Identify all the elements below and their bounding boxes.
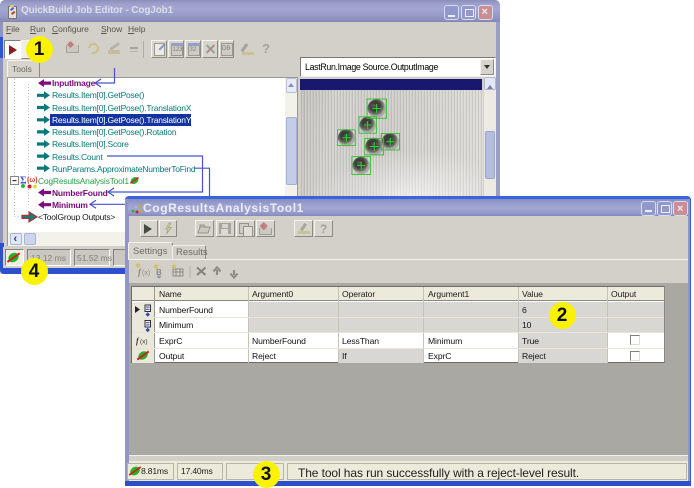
svg-text:✱: ✱ <box>153 263 159 271</box>
svg-text:✱: ✱ <box>171 263 177 271</box>
svg-text:(x): (x) <box>140 338 148 345</box>
svg-text:(ω): (ω) <box>27 177 38 184</box>
svg-text:(x): (x) <box>142 270 150 277</box>
svg-text:✱: ✱ <box>135 262 141 270</box>
